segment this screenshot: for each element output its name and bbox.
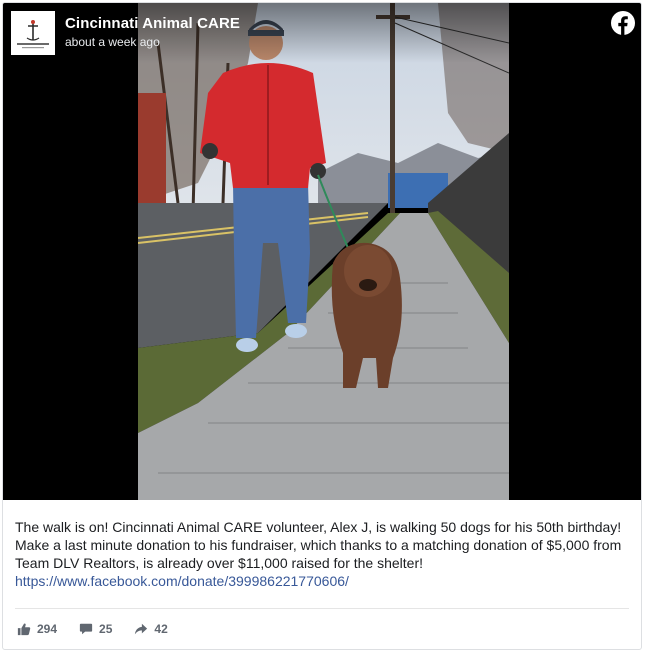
share-arrow-icon [135, 623, 148, 635]
share-count-button[interactable]: 42 [134, 622, 168, 636]
page-name[interactable]: Cincinnati Animal CARE [65, 15, 240, 32]
share-count: 42 [154, 622, 168, 636]
comment-icon [79, 623, 93, 635]
divider [15, 608, 629, 609]
like-count-button[interactable]: 294 [17, 622, 57, 636]
engagement-bar: 294 25 42 [17, 621, 190, 637]
post-media[interactable]: Cincinnati Animal CARE about a week ago [3, 3, 641, 500]
page-logo[interactable] [11, 11, 55, 55]
post-timestamp[interactable]: about a week ago [65, 35, 160, 49]
post-photo[interactable] [138, 3, 509, 500]
like-count: 294 [37, 622, 58, 636]
post-header: Cincinnati Animal CARE about a week ago [3, 3, 641, 63]
comment-count-button[interactable]: 25 [79, 622, 112, 636]
post-caption: The walk is on! Cincinnati Animal CARE v… [15, 518, 631, 590]
thumbs-up-icon [17, 623, 31, 636]
caption-text: The walk is on! Cincinnati Animal CARE v… [15, 519, 622, 571]
donate-link[interactable]: https://www.facebook.com/donate/39998622… [15, 573, 349, 589]
facebook-icon[interactable] [611, 11, 635, 35]
comment-count: 25 [99, 622, 113, 636]
embedded-post: Cincinnati Animal CARE about a week ago … [2, 2, 642, 650]
